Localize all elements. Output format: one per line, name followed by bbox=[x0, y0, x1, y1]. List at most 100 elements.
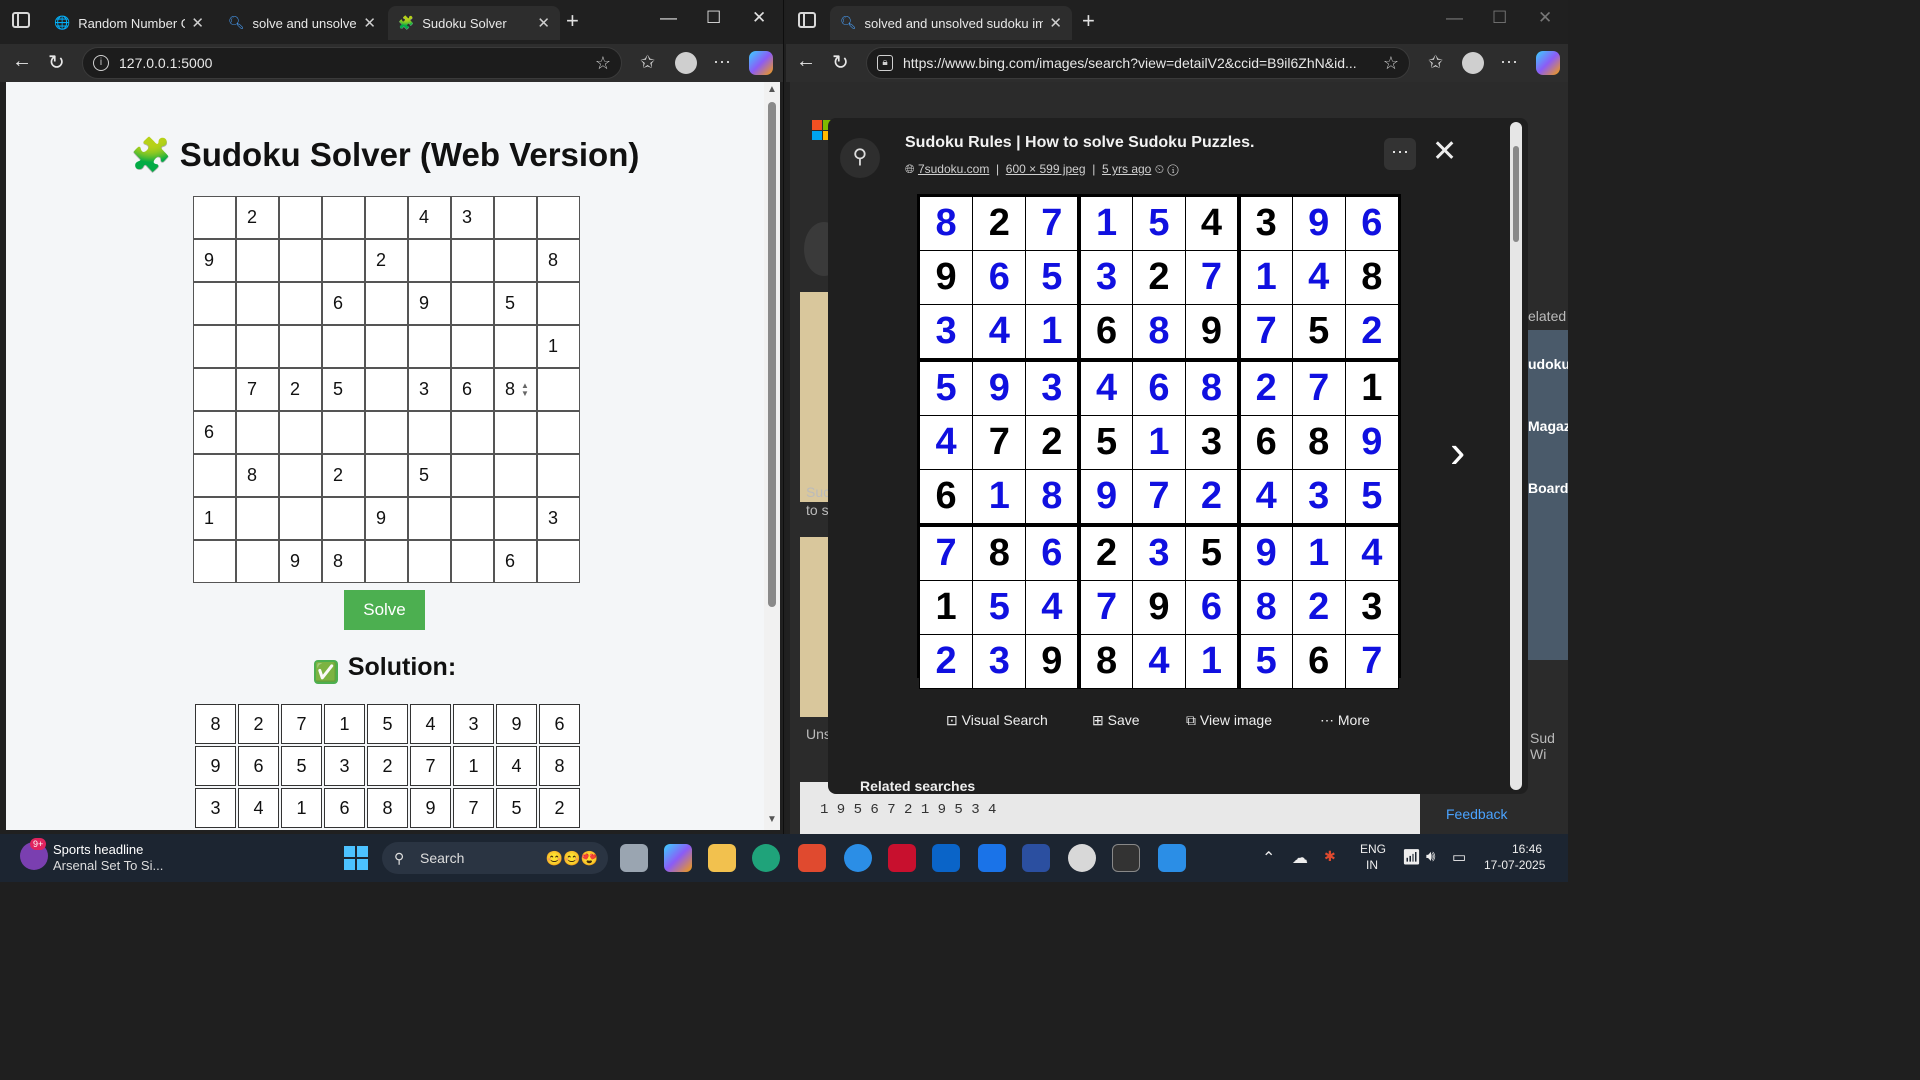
puzzle-cell[interactable] bbox=[279, 196, 322, 239]
star-icon[interactable]: ☆ bbox=[1383, 53, 1399, 74]
info-icon[interactable]: i bbox=[93, 55, 109, 71]
close-icon[interactable]: ✕ bbox=[363, 14, 376, 32]
puzzle-cell[interactable] bbox=[365, 540, 408, 583]
lock-icon[interactable]: 🔒︎ bbox=[877, 55, 893, 71]
tab-random-number[interactable]: 🌐 Random Number Gu ✕ bbox=[44, 6, 214, 40]
minimize-button[interactable]: — bbox=[1446, 8, 1463, 28]
puzzle-cell[interactable]: 6 bbox=[193, 411, 236, 454]
chevron-up-icon[interactable]: ⌃ bbox=[1262, 848, 1275, 868]
puzzle-cell[interactable] bbox=[322, 325, 365, 368]
puzzle-cell[interactable]: 2 bbox=[365, 239, 408, 282]
puzzle-cell[interactable] bbox=[279, 325, 322, 368]
mcafee-icon[interactable] bbox=[888, 844, 916, 872]
puzzle-cell[interactable] bbox=[279, 411, 322, 454]
close-icon[interactable]: ✕ bbox=[537, 14, 550, 32]
puzzle-cell[interactable] bbox=[537, 540, 580, 583]
terminal-icon[interactable] bbox=[1112, 844, 1140, 872]
puzzle-cell[interactable] bbox=[365, 325, 408, 368]
puzzle-cell[interactable]: 9 bbox=[279, 540, 322, 583]
puzzle-cell[interactable] bbox=[537, 368, 580, 411]
more-menu-icon[interactable]: ⋯ bbox=[713, 52, 731, 73]
puzzle-cell[interactable]: 3 bbox=[537, 497, 580, 540]
taskbar-search[interactable]: ⚲ Search 😊😊😍 bbox=[382, 842, 608, 874]
puzzle-cell[interactable] bbox=[408, 325, 451, 368]
tab-search[interactable]: 🔍︎ solve and unsolve su ✕ bbox=[218, 6, 386, 40]
puzzle-cell[interactable]: 3 bbox=[451, 196, 494, 239]
puzzle-cell[interactable] bbox=[408, 411, 451, 454]
puzzle-cell[interactable] bbox=[494, 196, 537, 239]
copilot-icon[interactable] bbox=[749, 51, 773, 75]
scrollbar-thumb[interactable] bbox=[1513, 146, 1519, 242]
puzzle-cell[interactable] bbox=[494, 454, 537, 497]
puzzle-cell[interactable] bbox=[236, 497, 279, 540]
puzzle-cell[interactable] bbox=[451, 540, 494, 583]
volume-icon[interactable]: 🔊︎ bbox=[1426, 848, 1435, 865]
task-view-icon[interactable] bbox=[620, 844, 648, 872]
outlook-icon[interactable] bbox=[932, 844, 960, 872]
solve-button[interactable]: Solve bbox=[344, 590, 425, 630]
visual-search-button[interactable]: ⊡ Visual Search bbox=[946, 712, 1048, 729]
puzzle-cell[interactable] bbox=[322, 497, 365, 540]
scroll-down-icon[interactable]: ▼ bbox=[767, 814, 777, 825]
refresh-icon[interactable]: ↻ bbox=[48, 50, 65, 75]
puzzle-cell[interactable] bbox=[365, 368, 408, 411]
puzzle-cell[interactable] bbox=[193, 368, 236, 411]
puzzle-cell[interactable] bbox=[408, 540, 451, 583]
puzzle-cell[interactable] bbox=[279, 497, 322, 540]
copilot-app-icon[interactable] bbox=[664, 844, 692, 872]
puzzle-cell[interactable]: 5 bbox=[494, 282, 537, 325]
refresh-icon[interactable]: ↻ bbox=[832, 50, 849, 75]
sidebar-toggle-icon[interactable] bbox=[12, 12, 30, 28]
puzzle-cell[interactable] bbox=[494, 239, 537, 282]
puzzle-cell[interactable]: 9 bbox=[365, 497, 408, 540]
puzzle-cell[interactable]: 9 bbox=[408, 282, 451, 325]
puzzle-cell[interactable] bbox=[322, 411, 365, 454]
maximize-button[interactable]: ☐ bbox=[1492, 8, 1507, 28]
puzzle-cell[interactable] bbox=[236, 239, 279, 282]
cloud-icon[interactable]: ☁ bbox=[1292, 848, 1308, 868]
file-explorer-icon[interactable] bbox=[708, 844, 736, 872]
close-icon[interactable]: ✕ bbox=[191, 14, 204, 32]
feedback-link[interactable]: Feedback bbox=[1446, 806, 1507, 822]
puzzle-cell[interactable]: 1 bbox=[537, 325, 580, 368]
news-title[interactable]: Sports headline bbox=[53, 842, 143, 857]
edge-icon[interactable] bbox=[752, 844, 780, 872]
puzzle-cell[interactable]: 4 bbox=[408, 196, 451, 239]
close-icon[interactable]: ✕ bbox=[1049, 14, 1062, 32]
puzzle-cell[interactable]: 7 bbox=[236, 368, 279, 411]
new-tab-button[interactable]: + bbox=[566, 8, 579, 34]
antivirus-tray-icon[interactable]: ✱ bbox=[1324, 848, 1336, 865]
wifi-icon[interactable]: 📶︎ bbox=[1402, 848, 1421, 866]
puzzle-cell[interactable] bbox=[408, 497, 451, 540]
puzzle-cell[interactable]: 3 bbox=[408, 368, 451, 411]
puzzle-cell[interactable]: 1 bbox=[193, 497, 236, 540]
spinner-arrows-icon[interactable]: ▲ ▼ bbox=[521, 382, 529, 398]
puzzle-cell[interactable] bbox=[537, 282, 580, 325]
puzzle-cell[interactable] bbox=[365, 196, 408, 239]
puzzle-cell[interactable] bbox=[193, 325, 236, 368]
puzzle-cell[interactable] bbox=[408, 239, 451, 282]
puzzle-cell[interactable]: 6 bbox=[494, 540, 537, 583]
tab-sudoku-solver[interactable]: 🧩 Sudoku Solver ✕ bbox=[388, 6, 560, 40]
puzzle-cell[interactable]: 2 bbox=[279, 368, 322, 411]
store-icon[interactable] bbox=[798, 844, 826, 872]
sidebar-toggle-icon[interactable] bbox=[798, 12, 816, 28]
info-icon[interactable]: ⓘ bbox=[1167, 162, 1178, 176]
more-menu-icon[interactable]: ⋯ bbox=[1500, 52, 1518, 73]
chatgpt-icon[interactable] bbox=[1068, 844, 1096, 872]
puzzle-cell[interactable]: 2 bbox=[236, 196, 279, 239]
puzzle-cell[interactable] bbox=[236, 282, 279, 325]
url-field[interactable]: 🔒︎ https://www.bing.com/images/search?vi… bbox=[866, 47, 1410, 79]
close-icon[interactable]: ✕ bbox=[1432, 134, 1457, 169]
puzzle-cell[interactable]: 9 bbox=[193, 239, 236, 282]
puzzle-cell[interactable] bbox=[451, 411, 494, 454]
puzzle-cell[interactable]: 6 bbox=[322, 282, 365, 325]
puzzle-cell[interactable] bbox=[494, 411, 537, 454]
puzzle-cell[interactable] bbox=[451, 454, 494, 497]
scrollbar-thumb[interactable] bbox=[768, 102, 776, 607]
puzzle-cell[interactable] bbox=[236, 325, 279, 368]
news-subtitle[interactable]: Arsenal Set To Si... bbox=[53, 858, 163, 873]
puzzle-cell[interactable] bbox=[193, 454, 236, 497]
help-icon[interactable] bbox=[844, 844, 872, 872]
profile-avatar[interactable] bbox=[675, 52, 697, 74]
